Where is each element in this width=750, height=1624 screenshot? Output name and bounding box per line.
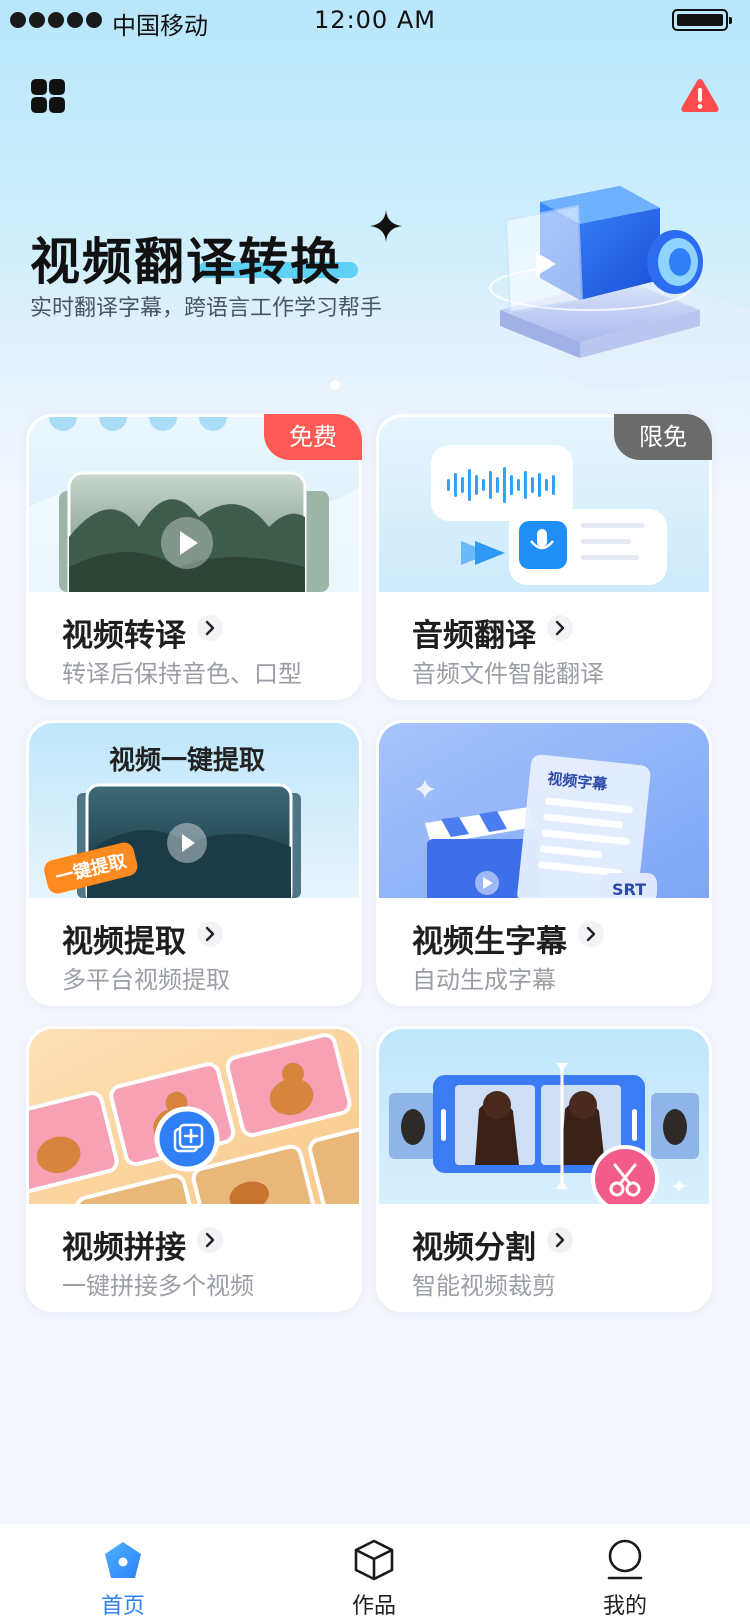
box-icon: [354, 1539, 394, 1581]
tab-mine[interactable]: 我的: [565, 1524, 685, 1624]
feature-title: 视频拼接: [62, 1230, 186, 1266]
feature-desc: 音频文件智能翻译: [412, 660, 604, 688]
carousel-dot-active: [330, 380, 340, 390]
chevron-right-icon: [547, 615, 573, 641]
grid-menu-icon[interactable]: [30, 78, 66, 114]
video-extract-thumbnail: 视频一键提取 一键提取: [29, 723, 359, 898]
status-bar: 中国移动 12:00 AM: [0, 0, 750, 44]
feature-card-video-split[interactable]: 视频分割 智能视频裁剪: [376, 1026, 712, 1312]
tab-label: 首页: [100, 1594, 145, 1619]
status-time: 12:00 AM: [314, 6, 436, 34]
feature-card-audio-translate[interactable]: 限免 音频翻译 音频文件智能翻译: [376, 414, 712, 700]
carousel-indicator: [330, 380, 358, 390]
battery-icon: [672, 9, 732, 31]
tab-label: 我的: [602, 1594, 647, 1619]
feature-title: 音频翻译: [412, 618, 536, 654]
feature-desc: 转译后保持音色、口型: [62, 660, 302, 688]
tab-works[interactable]: 作品: [314, 1524, 434, 1624]
bottom-tab-bar: 首页 作品 我的: [0, 1524, 750, 1624]
feature-desc: 多平台视频提取: [62, 966, 230, 994]
feature-title: 视频转译: [62, 618, 186, 654]
free-badge: 免费: [264, 414, 362, 460]
chevron-right-icon: [547, 1227, 573, 1253]
chevron-right-icon: [197, 615, 223, 641]
video-merge-thumbnail: [29, 1029, 359, 1204]
warning-icon[interactable]: [680, 78, 720, 114]
hero-subtitle: 实时翻译字幕，跨语言工作学习帮手: [30, 296, 383, 321]
limited-free-badge: 限免: [614, 414, 712, 460]
feature-title: 视频生字幕: [412, 924, 567, 960]
chevron-right-icon: [197, 1227, 223, 1253]
feature-desc: 一键拼接多个视频: [62, 1272, 254, 1300]
feature-card-video-transcode[interactable]: 免费 视频转译 转译后保持音色、口型: [26, 414, 362, 700]
feature-desc: 自动生成字幕: [412, 966, 556, 994]
sparkle-icon: [370, 210, 402, 242]
feature-title: 视频分割: [412, 1230, 536, 1266]
feature-title: 视频提取: [62, 924, 186, 960]
feature-card-video-subtitle[interactable]: 视频字幕 SRT 视频生字幕 自动生成字幕: [376, 720, 712, 1006]
tab-label: 作品: [351, 1594, 396, 1619]
thumb-file-tag: SRT: [612, 880, 646, 898]
profile-icon: [607, 1539, 643, 1580]
feature-desc: 智能视频裁剪: [412, 1272, 556, 1300]
chevron-right-icon: [578, 921, 604, 947]
video-camera-illustration: [480, 186, 750, 390]
tab-home[interactable]: 首页: [63, 1524, 183, 1624]
chevron-right-icon: [197, 921, 223, 947]
feature-card-video-merge[interactable]: 视频拼接 一键拼接多个视频: [26, 1026, 362, 1312]
video-split-thumbnail: [379, 1029, 709, 1204]
carousel-dot: [348, 380, 358, 390]
video-subtitle-thumbnail: 视频字幕 SRT: [379, 723, 709, 898]
hero-title: 视频翻译转换: [30, 233, 342, 291]
home-icon: [105, 1542, 141, 1578]
thumb-title: 视频一键提取: [109, 745, 265, 776]
feature-card-video-extract[interactable]: 视频一键提取 一键提取 视频提取 多平台视频提取: [26, 720, 362, 1006]
